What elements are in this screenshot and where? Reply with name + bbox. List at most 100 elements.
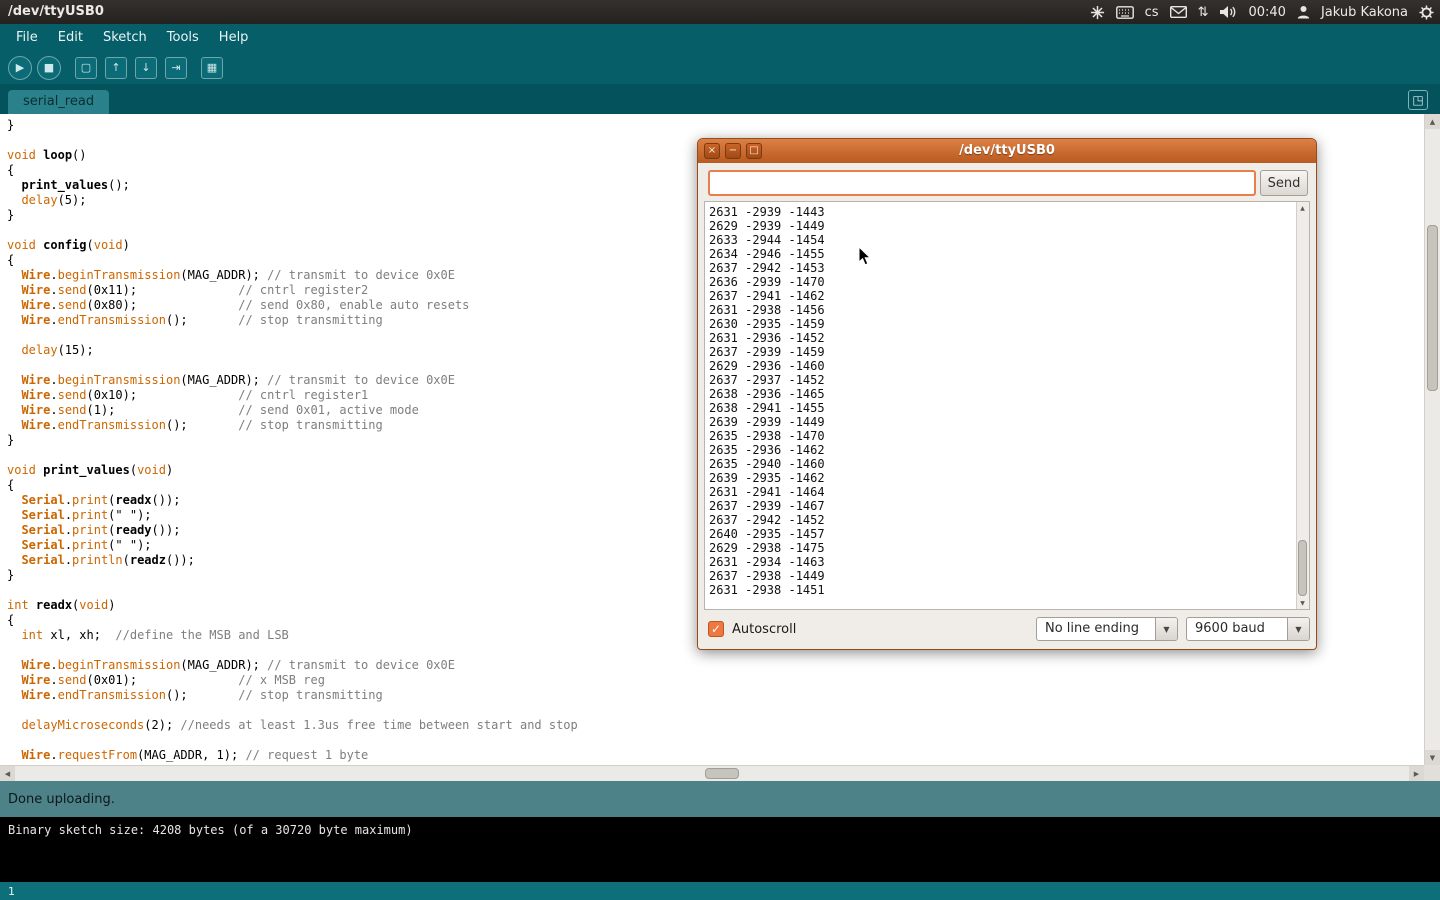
menu-tools[interactable]: Tools (157, 24, 209, 51)
serial-monitor-controls: ✓ Autoscroll No line ending ▼ 9600 baud … (698, 617, 1316, 645)
scrollbar-corner (1424, 765, 1440, 781)
new-sketch-icon: ▢ (81, 62, 91, 73)
menu-sketch[interactable]: Sketch (93, 24, 157, 51)
upload-button[interactable]: ⇥ (165, 57, 187, 79)
serial-scroll-down-icon[interactable]: ▼ (1297, 597, 1308, 609)
user-icon[interactable] (1297, 5, 1310, 19)
menu-file[interactable]: File (6, 24, 48, 51)
baud-rate-dropdown[interactable]: 9600 baud ▼ (1186, 617, 1310, 641)
serial-data-line: 2637 -2942 -1453 (705, 261, 1309, 275)
volume-icon[interactable] (1219, 5, 1237, 19)
status-bar: Done uploading. (0, 781, 1440, 817)
serial-data-line: 2631 -2934 -1463 (705, 555, 1309, 569)
keyboard-layout-label[interactable]: cs (1145, 5, 1159, 20)
serial-data-line: 2629 -2938 -1475 (705, 541, 1309, 555)
line-indicator: 1 (8, 885, 15, 898)
top-panel: /dev/ttyUSB0 cs ⇅ 00:40 Jakub Kakona (0, 0, 1440, 24)
keyboard-layout-icon[interactable] (1116, 6, 1134, 19)
menu-edit[interactable]: Edit (48, 24, 93, 51)
editor-vscroll-thumb[interactable] (1427, 225, 1438, 391)
autoscroll-checkbox[interactable]: ✓ (708, 621, 724, 637)
serial-data-line: 2638 -2936 -1465 (705, 387, 1309, 401)
serial-data-line: 2638 -2941 -1455 (705, 401, 1309, 415)
serial-scroll-up-icon[interactable]: ▲ (1297, 202, 1308, 214)
network-arrows-icon[interactable]: ⇅ (1198, 5, 1209, 20)
username-label[interactable]: Jakub Kakona (1321, 5, 1408, 20)
serial-data-line: 2635 -2936 -1462 (705, 443, 1309, 457)
serial-data-line: 2634 -2946 -1455 (705, 247, 1309, 261)
tab-bar: serial_read ◳ (0, 84, 1440, 114)
serial-monitor-button[interactable]: ▦ (201, 57, 223, 79)
send-button[interactable]: Send (1260, 170, 1308, 196)
serial-data-line: 2635 -2940 -1460 (705, 457, 1309, 471)
line-indicator-bar: 1 (0, 882, 1440, 900)
serial-data-line: 2631 -2938 -1451 (705, 583, 1309, 597)
serial-data-line: 2633 -2944 -1454 (705, 233, 1309, 247)
check-icon: ✓ (711, 622, 721, 636)
line-ending-dropdown[interactable]: No line ending ▼ (1036, 617, 1178, 641)
code-line: } (7, 118, 1424, 133)
scroll-up-icon[interactable]: ▲ (1425, 114, 1440, 129)
serial-output-scrollbar[interactable]: ▲ ▼ (1296, 202, 1309, 609)
mail-icon[interactable] (1170, 6, 1187, 18)
stop-button[interactable]: ■ (37, 56, 61, 80)
serial-data-line: 2629 -2936 -1460 (705, 359, 1309, 373)
snowflake-icon[interactable] (1090, 5, 1105, 20)
stop-icon: ■ (44, 62, 54, 73)
menu-bar: FileEditSketchToolsHelp (0, 24, 1440, 51)
serial-monitor-titlebar[interactable]: × − □ /dev/ttyUSB0 (698, 139, 1316, 163)
tab-menu-button[interactable]: ◳ (1408, 90, 1428, 110)
console-text: Binary sketch size: 4208 bytes (of a 307… (8, 823, 1432, 837)
toolbar: ▶ ■ ▢ ↑ ↓ ⇥ ▦ (0, 51, 1440, 84)
serial-data-line: 2630 -2935 -1459 (705, 317, 1309, 331)
serial-output[interactable]: 2631 -2939 -14432629 -2939 -14492633 -29… (704, 201, 1310, 610)
serial-scroll-thumb[interactable] (1298, 540, 1307, 596)
serial-data-line: 2635 -2938 -1470 (705, 429, 1309, 443)
new-sketch-button[interactable]: ▢ (75, 57, 97, 79)
serial-data-line: 2636 -2939 -1470 (705, 275, 1309, 289)
system-tray: cs ⇅ 00:40 Jakub Kakona (1090, 0, 1434, 24)
code-line: Wire.requestFrom(MAG_ADDR, 1); // reques… (7, 748, 1424, 763)
gear-icon[interactable] (1419, 5, 1434, 20)
serial-data-line: 2637 -2939 -1459 (705, 345, 1309, 359)
serial-input[interactable] (708, 170, 1256, 196)
serial-data-line: 2631 -2939 -1443 (705, 205, 1309, 219)
status-message: Done uploading. (8, 792, 115, 807)
serial-data-line: 2639 -2935 -1462 (705, 471, 1309, 485)
open-sketch-button[interactable]: ↑ (105, 57, 127, 79)
code-line: delayMicroseconds(2); //needs at least 1… (7, 718, 1424, 733)
serial-data-line: 2637 -2938 -1449 (705, 569, 1309, 583)
serial-monitor-title: /dev/ttyUSB0 (698, 139, 1316, 163)
verify-icon: ▶ (16, 62, 24, 73)
upload-icon: ⇥ (171, 62, 180, 73)
menu-help[interactable]: Help (209, 24, 259, 51)
serial-monitor-icon: ▦ (207, 62, 217, 73)
editor-vertical-scrollbar[interactable]: ▲ ▼ (1424, 114, 1440, 765)
code-line: Wire.beginTransmission(MAG_ADDR); // tra… (7, 658, 1424, 673)
chevron-down-icon[interactable]: ▼ (1287, 618, 1309, 640)
chevron-down-icon[interactable]: ▼ (1155, 618, 1177, 640)
clock[interactable]: 00:40 (1248, 5, 1285, 20)
code-line (7, 703, 1424, 718)
serial-data-line: 2637 -2941 -1462 (705, 289, 1309, 303)
line-ending-value: No line ending (1045, 618, 1139, 640)
tab-serial-read[interactable]: serial_read (8, 90, 109, 114)
editor-horizontal-scrollbar[interactable]: ◀ ▶ (0, 765, 1424, 781)
editor-hscroll-thumb[interactable] (705, 768, 739, 779)
code-line: Wire.endTransmission(); // stop transmit… (7, 688, 1424, 703)
save-sketch-button[interactable]: ↓ (135, 57, 157, 79)
serial-data-line: 2637 -2942 -1452 (705, 513, 1309, 527)
scroll-right-icon[interactable]: ▶ (1409, 766, 1424, 781)
serial-data-line: 2640 -2935 -1457 (705, 527, 1309, 541)
serial-data-line: 2637 -2937 -1452 (705, 373, 1309, 387)
verify-button[interactable]: ▶ (8, 56, 32, 80)
scroll-left-icon[interactable]: ◀ (0, 766, 15, 781)
mouse-cursor (858, 246, 872, 268)
baud-rate-value: 9600 baud (1195, 618, 1265, 640)
scroll-down-icon[interactable]: ▼ (1425, 750, 1440, 765)
tab-menu-icon: ◳ (1412, 93, 1423, 107)
code-line: Wire.send(0x01); // x MSB reg (7, 673, 1424, 688)
serial-monitor-window: × − □ /dev/ttyUSB0 Send 2631 -2939 -1443… (697, 138, 1317, 650)
serial-output-lines: 2631 -2939 -14432629 -2939 -14492633 -29… (705, 202, 1309, 597)
open-sketch-icon: ↑ (111, 62, 120, 73)
